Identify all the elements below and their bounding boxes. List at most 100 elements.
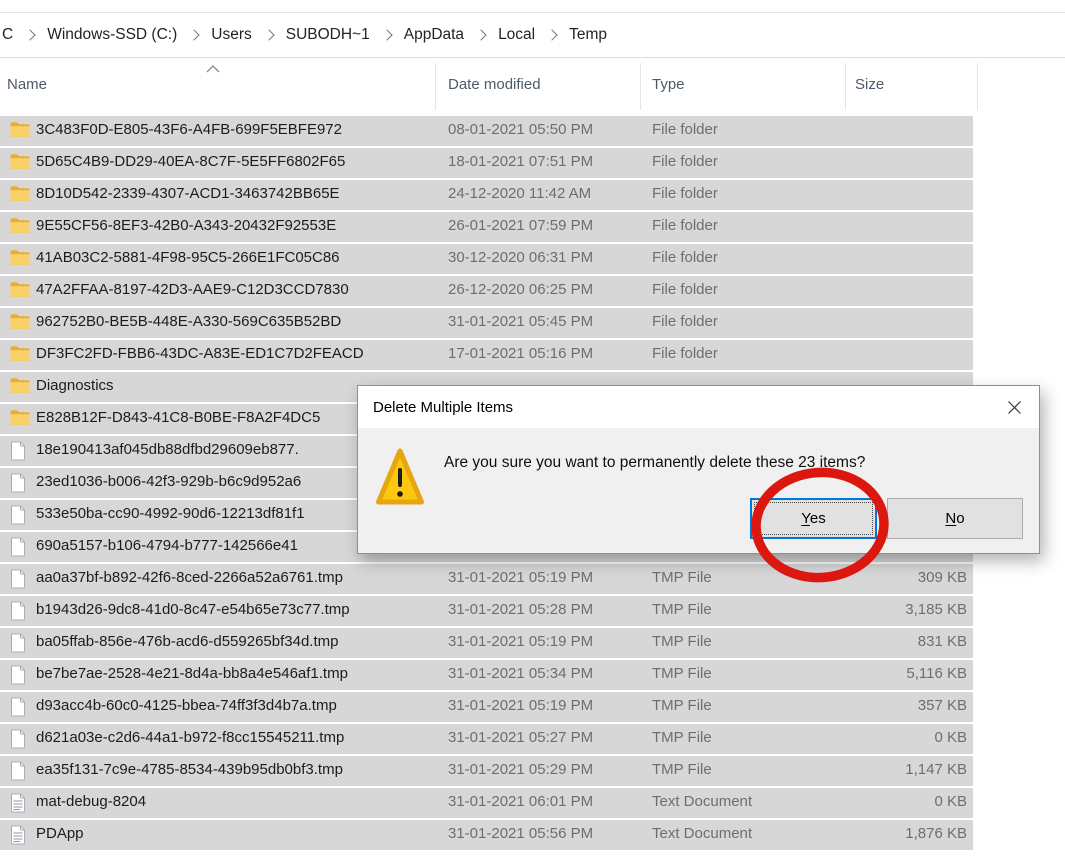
file-name: 5D65C4B9-DD29-40EA-8C7F-5E5FF6802F65 (36, 153, 345, 170)
file-name: 962752B0-BE5B-448E-A330-569C635B52BD (36, 313, 341, 330)
yes-button-label: Yes (801, 510, 825, 527)
close-button[interactable] (989, 386, 1039, 428)
column-header-size[interactable]: Size (855, 76, 884, 93)
table-row[interactable]: 962752B0-BE5B-448E-A330-569C635B52BD31-0… (0, 308, 973, 338)
file-type: TMP File (652, 665, 712, 682)
file-icon (10, 633, 30, 653)
file-size: 0 KB (820, 793, 967, 810)
file-icon (10, 537, 30, 557)
date-modified: 18-01-2021 07:51 PM (448, 153, 593, 170)
column-header-date-modified[interactable]: Date modified (448, 76, 541, 93)
sort-ascending-icon (206, 64, 220, 73)
file-icon (10, 697, 30, 717)
folder-icon (10, 281, 30, 301)
date-modified: 31-01-2021 05:28 PM (448, 601, 593, 618)
file-name: 8D10D542-2339-4307-ACD1-3463742BB65E (36, 185, 340, 202)
file-name: ea35f131-7c9e-4785-8534-439b95db0bf3.tmp (36, 761, 343, 778)
table-row[interactable]: 41AB03C2-5881-4F98-95C5-266E1FC05C86 30-1… (0, 244, 973, 274)
breadcrumb-item[interactable]: Temp (569, 26, 607, 44)
table-row[interactable]: DF3FC2FD-FBB6-43DC-A83E-ED1C7D2FEACD 17-0… (0, 340, 973, 370)
breadcrumb-item[interactable]: C (2, 26, 13, 44)
file-type: Text Document (652, 825, 752, 842)
file-type: TMP File (652, 601, 712, 618)
file-type: File folder (652, 153, 718, 170)
column-separator[interactable] (640, 63, 641, 110)
breadcrumb-item[interactable]: Users (211, 26, 251, 44)
breadcrumb-item[interactable]: Windows-SSD (C:) (47, 26, 177, 44)
file-type: TMP File (652, 569, 712, 586)
table-row[interactable]: d93acc4b-60c0-4125-bbea-74ff3f3d4b7a.tmp… (0, 692, 973, 722)
file-explorer-window: C Windows-SSD (C:) Users SUBODH~1 AppData Loc… (0, 0, 1065, 867)
folder-icon (10, 217, 30, 237)
textdoc-icon (10, 793, 30, 813)
date-modified: 08-01-2021 05:50 PM (448, 121, 593, 138)
breadcrumb-chevron-icon[interactable] (475, 29, 486, 40)
file-icon (10, 473, 30, 493)
dialog-titlebar[interactable]: Delete Multiple Items (358, 386, 1039, 428)
column-separator[interactable] (845, 63, 846, 110)
breadcrumb-item[interactable]: AppData (404, 26, 464, 44)
file-size: 0 KB (820, 729, 967, 746)
table-row[interactable]: 3C483F0D-E805-43F6-A4FB-699F5EBFE97208-0… (0, 116, 973, 146)
file-name: DF3FC2FD-FBB6-43DC-A83E-ED1C7D2FEACD (36, 345, 364, 362)
date-modified: 31-01-2021 05:29 PM (448, 761, 593, 778)
date-modified: 31-01-2021 05:19 PM (448, 569, 593, 586)
date-modified: 17-01-2021 05:16 PM (448, 345, 593, 362)
file-icon (10, 441, 30, 461)
file-icon (10, 569, 30, 589)
column-separator[interactable] (435, 63, 436, 110)
file-size: 1,876 KB (820, 825, 967, 842)
table-row[interactable]: b1943d26-9dc8-41d0-8c47-e54b65e73c77.tmp… (0, 596, 973, 626)
file-type: TMP File (652, 729, 712, 746)
date-modified: 31-01-2021 05:56 PM (448, 825, 593, 842)
table-row[interactable]: mat-debug-820431-01-2021 06:01 PMText Do… (0, 788, 973, 818)
column-header-name[interactable]: Name (7, 76, 47, 93)
breadcrumb-chevron-icon[interactable] (546, 29, 557, 40)
breadcrumb-chevron-icon[interactable] (381, 29, 392, 40)
date-modified: 30-12-2020 06:31 PM (448, 249, 593, 266)
table-row[interactable]: aa0a37bf-b892-42f6-8ced-2266a52a6761.tmp… (0, 564, 973, 594)
file-name: be7be7ae-2528-4e21-8d4a-bb8a4e546af1.tmp (36, 665, 348, 682)
column-separator[interactable] (977, 63, 978, 110)
file-type: File folder (652, 217, 718, 234)
table-row[interactable]: 8D10D542-2339-4307-ACD1-3463742BB65E24-1… (0, 180, 973, 210)
warning-triangle-icon (375, 446, 425, 508)
table-row[interactable]: ea35f131-7c9e-4785-8534-439b95db0bf3.tmp… (0, 756, 973, 786)
table-row[interactable]: be7be7ae-2528-4e21-8d4a-bb8a4e546af1.tmp… (0, 660, 973, 690)
breadcrumb-chevron-icon[interactable] (25, 29, 36, 40)
table-row[interactable]: PDApp 31-01-2021 05:56 PM Text Document 1,8… (0, 820, 973, 850)
table-row[interactable]: d621a03e-c2d6-44a1-b972-f8cc15545211.tmp… (0, 724, 973, 754)
breadcrumb-chevron-icon[interactable] (189, 29, 200, 40)
no-button[interactable]: No (887, 498, 1023, 539)
file-name: 18e190413af045db88dfbd29609eb877. (36, 441, 299, 458)
folder-icon (10, 153, 30, 173)
date-modified: 26-12-2020 06:25 PM (448, 281, 593, 298)
breadcrumb-item[interactable]: SUBODH~1 (286, 26, 370, 44)
breadcrumb-chevron-icon[interactable] (263, 29, 274, 40)
file-name: Diagnostics (36, 377, 114, 394)
date-modified: 26-01-2021 07:59 PM (448, 217, 593, 234)
file-icon (10, 601, 30, 621)
file-size: 5,116 KB (820, 665, 967, 682)
file-icon (10, 505, 30, 525)
table-row[interactable]: ba05ffab-856e-476b-acd6-d559265bf34d.tmp… (0, 628, 973, 658)
folder-icon (10, 377, 30, 397)
yes-button[interactable]: Yes (750, 498, 877, 539)
dialog-title: Delete Multiple Items (373, 399, 513, 416)
date-modified: 31-01-2021 05:19 PM (448, 697, 593, 714)
file-size: 357 KB (820, 697, 967, 714)
breadcrumb-item[interactable]: Local (498, 26, 535, 44)
table-row[interactable]: 9E55CF56-8EF3-42B0-A343-20432F92553E 26-0… (0, 212, 973, 242)
file-name: 41AB03C2-5881-4F98-95C5-266E1FC05C86 (36, 249, 340, 266)
file-name: 533e50ba-cc90-4992-90d6-12213df81f1 (36, 505, 305, 522)
file-name: 9E55CF56-8EF3-42B0-A343-20432F92553E (36, 217, 336, 234)
table-row[interactable]: 5D65C4B9-DD29-40EA-8C7F-5E5FF6802F65 18-0… (0, 148, 973, 178)
folder-icon (10, 313, 30, 333)
file-name: PDApp (36, 825, 84, 842)
column-header-type[interactable]: Type (652, 76, 685, 93)
folder-icon (10, 249, 30, 269)
dialog-body: Are you sure you want to permanently del… (358, 428, 1039, 553)
file-type: TMP File (652, 761, 712, 778)
table-row[interactable]: 47A2FFAA-8197-42D3-AAE9-C12D3CCD783026-1… (0, 276, 973, 306)
no-button-label: No (945, 510, 964, 527)
